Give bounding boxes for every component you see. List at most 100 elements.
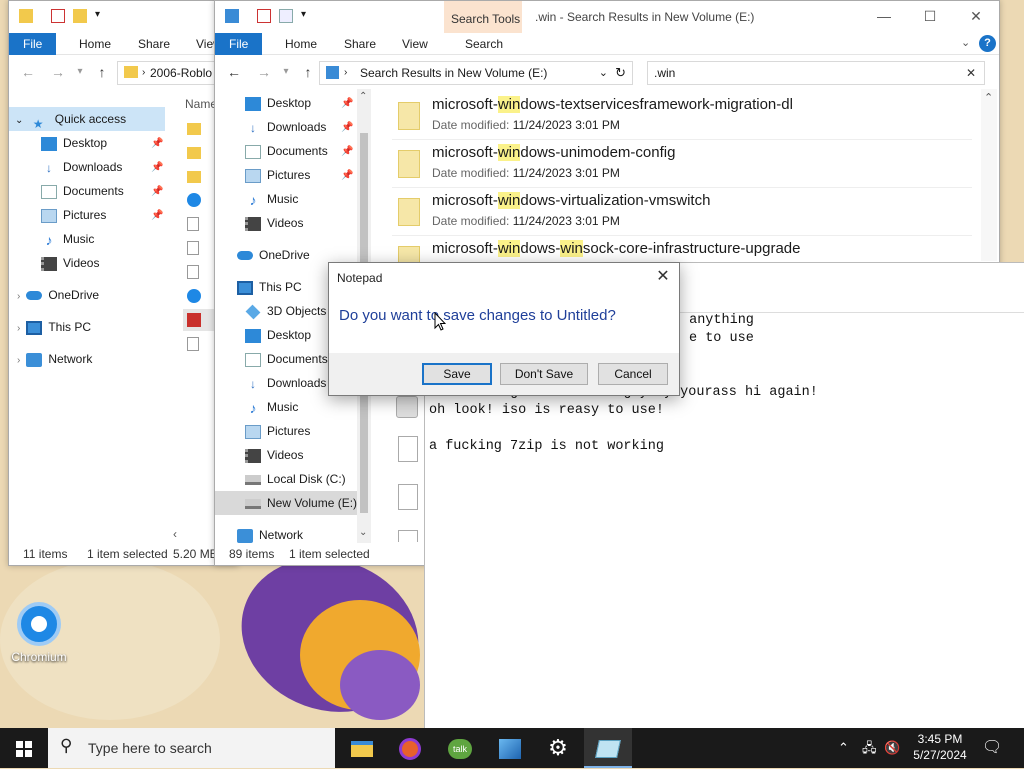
nav-onedrive[interactable]: › OneDrive [17, 284, 99, 306]
nav-3d-objects[interactable]: 3D Objects [245, 300, 326, 322]
nav-downloads[interactable]: ↓ Downloads [245, 116, 326, 138]
chevron-down-icon[interactable]: ▾ [301, 9, 306, 20]
clock[interactable]: 3:45 PM 5/27/2024 [908, 731, 972, 763]
taskbar-settings[interactable]: ⚙ [534, 728, 582, 768]
address-bar[interactable]: › Search Results in New Volume (E:) ⌄ ↻ [319, 61, 633, 85]
save-button[interactable]: Save [422, 363, 492, 385]
taskbar-photos[interactable] [486, 728, 534, 768]
search-result-row[interactable]: microsoft-windows-virtualization-vmswitc… [392, 188, 972, 236]
nav-videos[interactable]: Videos [245, 212, 303, 234]
new-folder-icon[interactable] [73, 9, 87, 23]
tab-share[interactable]: Share [130, 33, 178, 55]
taskbar-notepad[interactable] [584, 728, 632, 768]
search-result-row[interactable]: microsoft-windows-winsock-core-infrastru… [392, 236, 972, 262]
tab-search[interactable]: Search [457, 33, 511, 55]
nav-documents[interactable]: Documents [41, 180, 124, 202]
up-arrow-icon[interactable]: ↑ [93, 63, 111, 81]
tab-file[interactable]: File [215, 33, 263, 55]
taskbar-search-box[interactable]: ⚲ Type here to search [48, 728, 335, 768]
nav-pictures[interactable]: Pictures [41, 204, 106, 226]
nav-pc-desktop[interactable]: Desktop [245, 324, 311, 346]
start-button[interactable] [0, 728, 48, 768]
title-bar[interactable]: ▾ [9, 1, 237, 33]
network-tray-icon[interactable]: 🖧 [862, 728, 877, 768]
back-arrow-icon[interactable]: ← [225, 63, 243, 81]
network-icon [237, 528, 253, 543]
refresh-icon[interactable]: ↻ [615, 62, 626, 84]
recent-chevron-icon[interactable]: ▾ [277, 63, 295, 81]
title-bar[interactable]: ▾ Search Tools .win - Search Results in … [215, 1, 999, 33]
chevron-down-icon[interactable]: ▾ [95, 9, 100, 20]
nav-pictures[interactable]: Pictures [245, 164, 310, 186]
nav-pc-music[interactable]: ♪ Music [245, 396, 299, 418]
new-folder-icon[interactable] [279, 9, 293, 23]
search-input[interactable]: .win [654, 66, 675, 80]
column-header-name[interactable]: Name [185, 97, 217, 111]
clear-search-icon[interactable]: ✕ [966, 62, 976, 84]
scroll-up-icon[interactable]: ⌃ [984, 91, 993, 104]
minimize-button[interactable]: — [861, 1, 907, 31]
tab-view[interactable]: View [394, 33, 436, 55]
forward-arrow-icon[interactable]: → [49, 63, 67, 81]
nav-pc-documents[interactable]: Documents [245, 348, 328, 370]
nav-pc-pictures[interactable]: Pictures [245, 420, 310, 442]
properties-icon[interactable] [51, 9, 65, 23]
contextual-tab-label: Search Tools [451, 12, 521, 26]
cancel-button[interactable]: Cancel [598, 363, 668, 385]
pin-icon: 📌 [151, 162, 164, 173]
nav-local-disk-c[interactable]: Local Disk (C:) [245, 468, 346, 490]
help-icon[interactable]: ? [979, 35, 996, 52]
dialog-close-button[interactable]: ✕ [653, 267, 673, 287]
show-hidden-icons-button[interactable]: ⌃ [838, 728, 849, 768]
nav-videos[interactable]: Videos [41, 252, 99, 274]
volume-muted-icon[interactable]: 🔇 [884, 728, 900, 768]
close-button[interactable]: ✕ [953, 1, 999, 31]
nav-new-volume-e[interactable]: New Volume (E:) [245, 492, 357, 514]
nav-pc-downloads[interactable]: ↓ Downloads [245, 372, 326, 394]
search-result-row[interactable]: microsoft-windows-unimodem-config Date m… [392, 140, 972, 188]
search-box[interactable]: .win ✕ [647, 61, 985, 85]
forward-arrow-icon[interactable]: → [255, 63, 273, 81]
taskbar-file-explorer[interactable] [338, 728, 386, 768]
desktop-icon-chromium[interactable]: Chromium [6, 598, 72, 668]
onedrive-icon [26, 291, 43, 301]
address-dropdown-icon[interactable]: ⌄ [599, 62, 608, 84]
explorer-window-back[interactable]: ▾ File Home Share View ← → ▾ ↑ › 2006-Ro… [8, 0, 238, 566]
nav-this-pc[interactable]: › This PC [17, 316, 91, 338]
tab-home[interactable]: Home [277, 33, 325, 55]
address-text: 2006-Roblo [150, 66, 213, 80]
taskbar-firefox[interactable] [386, 728, 434, 768]
tab-file[interactable]: File [9, 33, 57, 55]
nav-music[interactable]: ♪ Music [245, 188, 299, 210]
3d-objects-icon [245, 304, 261, 320]
nav-onedrive[interactable]: OneDrive [237, 244, 310, 266]
maximize-button[interactable]: ☐ [907, 1, 953, 31]
scroll-left-icon[interactable]: ‹ [173, 527, 177, 541]
back-arrow-icon[interactable]: ← [19, 63, 37, 81]
nav-desktop[interactable]: Desktop [41, 132, 107, 154]
scroll-down-icon[interactable]: ⌄ [359, 527, 367, 538]
nav-downloads[interactable]: ↓ Downloads [41, 156, 122, 178]
chromium-icon [17, 602, 61, 646]
results-scrollbar[interactable]: ⌃ [981, 89, 997, 261]
nav-music[interactable]: ♪ Music [41, 228, 95, 250]
tab-home[interactable]: Home [71, 33, 119, 55]
nav-documents[interactable]: Documents [245, 140, 328, 162]
nav-pc-videos[interactable]: Videos [245, 444, 303, 466]
save-changes-dialog[interactable]: Notepad ✕ Do you want to save changes to… [328, 262, 680, 396]
nav-this-pc[interactable]: This PC [237, 276, 302, 298]
recent-chevron-icon[interactable]: ▾ [71, 63, 89, 81]
tab-share[interactable]: Share [336, 33, 384, 55]
search-result-row[interactable]: microsoft-windows-textservicesframework-… [392, 92, 972, 140]
dont-save-button[interactable]: Don't Save [500, 363, 588, 385]
ribbon-expand-icon[interactable]: ⌄ [961, 36, 970, 49]
up-arrow-icon[interactable]: ↑ [299, 63, 317, 81]
notifications-icon[interactable]: 🗨 [982, 728, 1002, 768]
taskbar-talk[interactable]: talk [436, 728, 484, 768]
nav-network[interactable]: › Network [17, 348, 92, 370]
file-explorer-icon [351, 741, 373, 758]
properties-icon[interactable] [257, 9, 271, 23]
scroll-up-icon[interactable]: ⌃ [359, 91, 367, 102]
nav-desktop[interactable]: Desktop [245, 92, 311, 114]
nav-quick-access[interactable]: ⌄ ★ Quick access [15, 108, 126, 131]
